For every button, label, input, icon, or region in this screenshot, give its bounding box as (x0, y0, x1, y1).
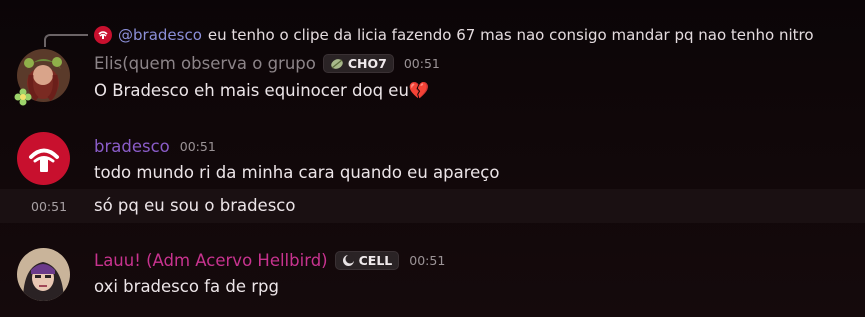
author-name[interactable]: bradesco (94, 137, 170, 156)
tag-label: CHO7 (347, 56, 387, 71)
reply-avatar[interactable] (94, 26, 112, 44)
timestamp[interactable]: 00:51 (404, 56, 440, 71)
avatar[interactable] (17, 132, 70, 185)
server-tag[interactable]: CELL (334, 251, 400, 270)
message-text: todo mundo ri da minha cara quando eu ap… (94, 163, 500, 182)
message-header: Lauu! (Adm Acervo Hellbird) CELL 00:51 (94, 251, 445, 270)
reply-preview[interactable]: @bradesco eu tenho o clipe da licia faze… (94, 24, 814, 46)
timestamp[interactable]: 00:51 (180, 139, 216, 154)
bradesco-logo-icon (98, 31, 108, 39)
reply-text[interactable]: eu tenho o clipe da licia fazendo 67 mas… (208, 26, 814, 44)
reply-mention[interactable]: @bradesco (118, 26, 202, 44)
author-name[interactable]: Elis(quem observa o grupo (94, 54, 316, 73)
leaf-icon (331, 58, 343, 69)
crescent-moon-icon (342, 254, 355, 266)
tag-label: CELL (358, 253, 393, 268)
server-tag[interactable]: CHO7 (322, 54, 394, 73)
message-text: O Bradesco eh mais equinocer doq eu💔 (94, 81, 430, 100)
avatar[interactable] (17, 248, 70, 301)
avatar-decoration-flower-icon (14, 88, 32, 106)
message-text: oxi bradesco fa de rpg (94, 277, 279, 296)
side-timestamp[interactable]: 00:51 (31, 199, 67, 214)
reply-connector (44, 34, 88, 47)
message-header: Elis(quem observa o grupo CHO7 00:51 (94, 54, 440, 73)
message-text: só pq eu sou o bradesco (94, 196, 296, 215)
message-header: bradesco 00:51 (94, 137, 216, 156)
author-name[interactable]: Lauu! (Adm Acervo Hellbird) (94, 251, 328, 270)
bradesco-logo-icon (28, 148, 59, 172)
timestamp[interactable]: 00:51 (409, 253, 445, 268)
